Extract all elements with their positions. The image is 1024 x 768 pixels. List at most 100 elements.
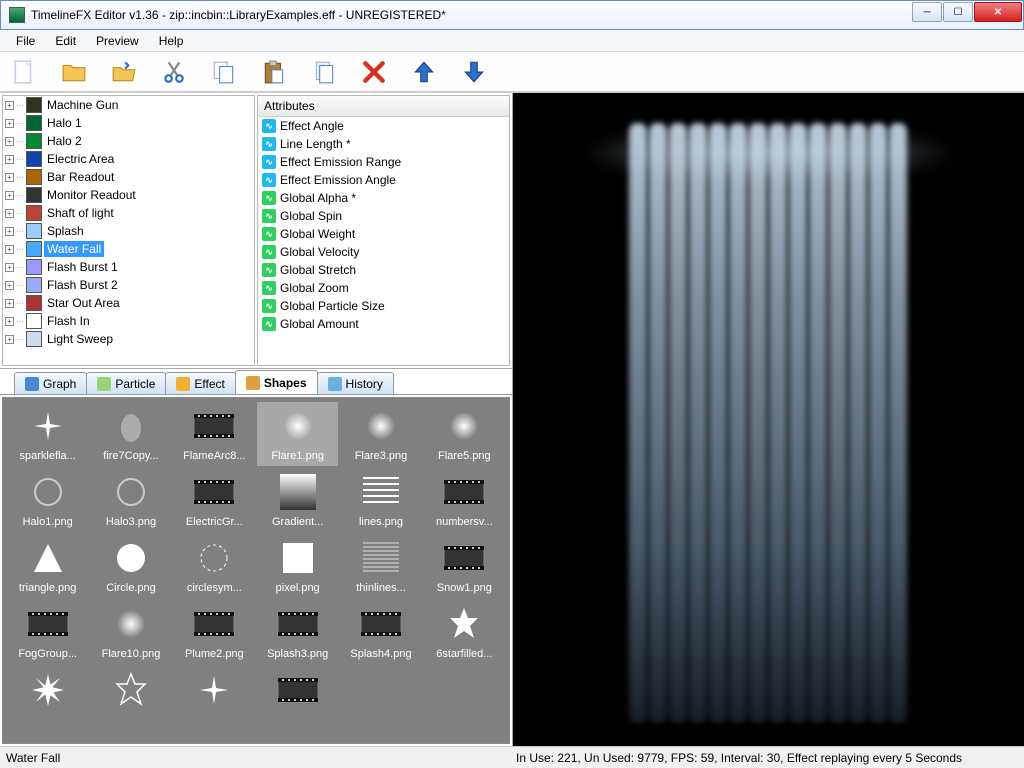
attribute-item[interactable]: ∿Global Spin <box>258 207 509 225</box>
attribute-item[interactable]: ∿Line Length * <box>258 135 509 153</box>
attribute-wave-icon: ∿ <box>262 299 276 313</box>
maximize-button[interactable]: ☐ <box>943 2 973 22</box>
move-up-icon[interactable] <box>410 58 438 86</box>
tree-item[interactable]: +⋯Light Sweep <box>3 330 254 348</box>
menu-help[interactable]: Help <box>151 32 192 50</box>
tree-item[interactable]: +⋯Halo 1 <box>3 114 254 132</box>
attribute-item[interactable]: ∿Effect Angle <box>258 117 509 135</box>
tab-effect[interactable]: Effect <box>165 372 235 394</box>
move-down-icon[interactable] <box>460 58 488 86</box>
shape-thumbnail[interactable]: pixel.png <box>257 534 338 598</box>
tab-graph[interactable]: Graph <box>14 372 87 394</box>
menu-file[interactable]: File <box>8 32 43 50</box>
attribute-item[interactable]: ∿Global Weight <box>258 225 509 243</box>
shape-thumbnail[interactable]: Splash3.png <box>257 600 338 664</box>
shape-thumbnail[interactable]: Flare3.png <box>340 402 421 466</box>
shape-thumbnail[interactable]: ElectricGr... <box>174 468 255 532</box>
attribute-item[interactable]: ∿Effect Emission Range <box>258 153 509 171</box>
expand-icon[interactable]: + <box>5 155 14 164</box>
shape-thumbnail[interactable]: FogGroup... <box>7 600 88 664</box>
shape-thumbnail[interactable]: sparklefla... <box>7 402 88 466</box>
close-button[interactable]: ✕ <box>974 2 1022 22</box>
attributes-list[interactable]: ∿Effect Angle∿Line Length *∿Effect Emiss… <box>258 117 509 365</box>
shape-thumbnail[interactable] <box>257 666 338 718</box>
expand-icon[interactable]: + <box>5 299 14 308</box>
tree-item[interactable]: +⋯Machine Gun <box>3 96 254 114</box>
shape-thumbnail[interactable]: Halo3.png <box>90 468 171 532</box>
shape-thumbnail[interactable]: Plume2.png <box>174 600 255 664</box>
shape-thumbnail[interactable]: numbersv... <box>424 468 505 532</box>
shape-thumbnail[interactable] <box>174 666 255 718</box>
shape-thumbnail[interactable]: FlameArc8... <box>174 402 255 466</box>
tree-item-label: Star Out Area <box>44 295 123 311</box>
attribute-item[interactable]: ∿Global Alpha * <box>258 189 509 207</box>
attribute-item[interactable]: ∿Global Particle Size <box>258 297 509 315</box>
shape-thumbnail[interactable]: fire7Copy... <box>90 402 171 466</box>
open-folder-icon[interactable] <box>60 58 88 86</box>
expand-icon[interactable]: + <box>5 263 14 272</box>
save-icon[interactable] <box>110 58 138 86</box>
new-file-icon[interactable] <box>10 58 38 86</box>
shape-thumbnail[interactable]: circlesym... <box>174 534 255 598</box>
shape-thumbnail[interactable]: thinlines... <box>340 534 421 598</box>
shape-thumbnail[interactable]: Flare10.png <box>90 600 171 664</box>
expand-icon[interactable]: + <box>5 317 14 326</box>
copy-icon[interactable] <box>210 58 238 86</box>
shape-thumbnail[interactable]: Snow1.png <box>424 534 505 598</box>
tree-item[interactable]: +⋯Electric Area <box>3 150 254 168</box>
shape-label: pixel.png <box>276 582 320 594</box>
cut-icon[interactable] <box>160 58 188 86</box>
shape-thumbnail[interactable]: 6starfilled... <box>424 600 505 664</box>
attribute-item[interactable]: ∿Global Velocity <box>258 243 509 261</box>
preview-viewport[interactable] <box>513 93 1024 746</box>
tree-item[interactable]: +⋯Bar Readout <box>3 168 254 186</box>
expand-icon[interactable]: + <box>5 137 14 146</box>
tab-shapes[interactable]: Shapes <box>235 370 318 394</box>
expand-icon[interactable]: + <box>5 173 14 182</box>
tree-item[interactable]: +⋯Flash In <box>3 312 254 330</box>
tree-item[interactable]: +⋯Star Out Area <box>3 294 254 312</box>
tree-item-label: Light Sweep <box>44 331 116 347</box>
tree-item[interactable]: +⋯Flash Burst 1 <box>3 258 254 276</box>
shape-thumbnail[interactable] <box>90 666 171 718</box>
tree-item[interactable]: +⋯Flash Burst 2 <box>3 276 254 294</box>
menu-preview[interactable]: Preview <box>88 32 147 50</box>
expand-icon[interactable]: + <box>5 227 14 236</box>
attribute-item[interactable]: ∿Effect Emission Angle <box>258 171 509 189</box>
tree-item[interactable]: +⋯Water Fall <box>3 240 254 258</box>
shape-thumbnail[interactable]: triangle.png <box>7 534 88 598</box>
attribute-item[interactable]: ∿Global Zoom <box>258 279 509 297</box>
minimize-button[interactable]: ─ <box>912 2 942 22</box>
shape-thumbnail[interactable] <box>7 666 88 718</box>
expand-icon[interactable]: + <box>5 281 14 290</box>
shapes-panel[interactable]: sparklefla...fire7Copy...FlameArc8...Fla… <box>2 397 510 744</box>
delete-icon[interactable] <box>360 58 388 86</box>
shape-thumbnail[interactable]: Splash4.png <box>340 600 421 664</box>
tree-item[interactable]: +⋯Halo 2 <box>3 132 254 150</box>
menu-edit[interactable]: Edit <box>47 32 84 50</box>
tab-particle[interactable]: Particle <box>86 372 166 394</box>
shape-thumbnail[interactable]: Circle.png <box>90 534 171 598</box>
expand-icon[interactable]: + <box>5 209 14 218</box>
shape-thumbnail[interactable]: Flare1.png <box>257 402 338 466</box>
expand-icon[interactable]: + <box>5 191 14 200</box>
shape-thumbnail[interactable]: Halo1.png <box>7 468 88 532</box>
attribute-item[interactable]: ∿Global Amount <box>258 315 509 333</box>
expand-icon[interactable]: + <box>5 101 14 110</box>
shape-thumbnail[interactable]: lines.png <box>340 468 421 532</box>
attribute-item[interactable]: ∿Global Stretch <box>258 261 509 279</box>
attribute-label: Global Zoom <box>280 281 349 295</box>
tree-item[interactable]: +⋯Shaft of light <box>3 204 254 222</box>
tree-item[interactable]: +⋯Splash <box>3 222 254 240</box>
expand-icon[interactable]: + <box>5 245 14 254</box>
tree-item[interactable]: +⋯Monitor Readout <box>3 186 254 204</box>
duplicate-icon[interactable] <box>310 58 338 86</box>
shape-thumbnail[interactable]: Flare5.png <box>424 402 505 466</box>
expand-icon[interactable]: + <box>5 119 14 128</box>
effects-tree[interactable]: +⋯Machine Gun+⋯Halo 1+⋯Halo 2+⋯Electric … <box>2 95 255 366</box>
expand-icon[interactable]: + <box>5 335 14 344</box>
effect-icon <box>26 241 42 257</box>
shape-thumbnail[interactable]: Gradient... <box>257 468 338 532</box>
paste-icon[interactable] <box>260 58 288 86</box>
tab-history[interactable]: History <box>317 372 394 394</box>
